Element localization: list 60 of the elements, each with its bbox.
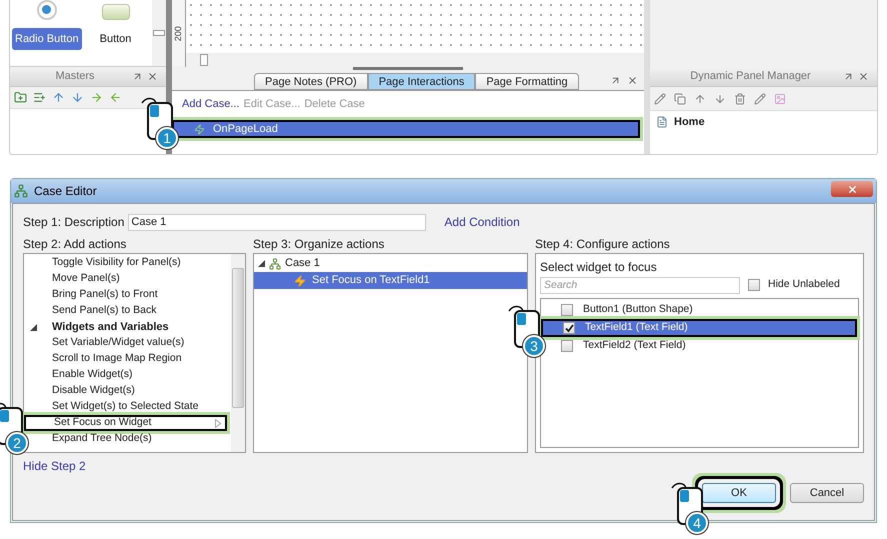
action-row[interactable]: Set Focus on Widget xyxy=(24,415,227,431)
action-group-row[interactable]: Widgets and Variables xyxy=(24,319,231,335)
tree-row[interactable]: Case 1 xyxy=(254,255,527,272)
action-row[interactable]: Send Panel(s) to Back xyxy=(24,303,231,319)
page-tab[interactable]: Page Notes (PRO) xyxy=(254,73,368,90)
action-row[interactable]: Set Widget(s) to Selected State xyxy=(24,399,231,415)
widget-label: TextField1 (Text Field) xyxy=(585,320,688,336)
add-condition-link[interactable]: Add Condition xyxy=(444,213,520,231)
panel-title: Dynamic Panel Manager xyxy=(689,69,812,84)
action-label: Set Variable/Widget value(s) xyxy=(52,335,184,350)
action-label: Set Focus on Widget xyxy=(54,415,152,430)
step-label: Step 4: Configure actions xyxy=(535,236,671,253)
step-label: Step 1: Description xyxy=(23,214,124,231)
action-label: Expand Tree Node(s) xyxy=(52,431,152,446)
panel-title: Masters xyxy=(54,69,96,84)
widget-row[interactable]: TextField1 (Text Field) xyxy=(541,319,857,337)
ruler-label: 200 xyxy=(172,26,184,42)
action-row[interactable]: Bring Panel(s) to Front xyxy=(24,287,231,303)
action-row[interactable]: Disable Widget(s) xyxy=(24,383,231,399)
hide-step-link[interactable]: Hide Step 2 xyxy=(23,457,86,475)
widget-row[interactable]: Button1 (Button Shape) xyxy=(541,301,857,319)
step-badge: 1 xyxy=(156,127,178,149)
action-label: Scroll to Image Map Region xyxy=(52,351,182,366)
page-tab[interactable]: Page Formatting xyxy=(475,73,579,90)
description-field[interactable]: Case 1 xyxy=(128,214,426,230)
step-badge: 2 xyxy=(6,432,28,454)
group-label: Widgets and Variables xyxy=(52,320,169,335)
page-tab[interactable]: Page Interactions xyxy=(368,73,476,90)
tree-row[interactable]: Set Focus on TextField1 xyxy=(254,272,527,289)
action-label: Disable Widget(s) xyxy=(52,383,135,398)
checkbox-label: Hide Unlabeled xyxy=(768,277,840,292)
step-label: Step 2: Add actions xyxy=(23,236,128,253)
widget-label: Button1 (Button Shape) xyxy=(583,302,693,318)
search-field[interactable]: Search xyxy=(540,276,740,294)
step-badge: 3 xyxy=(523,335,545,357)
action-row[interactable]: Enable Widget(s) xyxy=(24,367,231,383)
widget-label[interactable]: Radio Button xyxy=(12,28,82,50)
tree-label: Set Focus on TextField1 xyxy=(312,273,430,288)
action-row[interactable]: Scroll to Image Map Region xyxy=(24,351,231,367)
action-label: Toggle Visibility for Panel(s) xyxy=(52,255,181,270)
event-row[interactable]: OnPageLoad xyxy=(172,120,640,138)
action-label: Send Panel(s) to Back xyxy=(52,303,156,318)
tree-label: Case 1 xyxy=(285,256,320,272)
step-label: Step 3: Organize actions xyxy=(253,236,386,253)
action-row[interactable]: Toggle Visibility for Panel(s) xyxy=(24,255,231,271)
step-badge: 4 xyxy=(686,512,708,534)
action-row[interactable]: Move Panel(s) xyxy=(24,271,231,287)
window-title: Case Editor xyxy=(34,183,97,200)
action-label: Bring Panel(s) to Front xyxy=(52,287,158,302)
dialog-button[interactable]: Cancel xyxy=(790,483,864,503)
tree-item[interactable]: Home xyxy=(674,114,705,130)
widget-label[interactable]: Button xyxy=(90,28,142,50)
action-row[interactable]: Set Variable/Widget value(s) xyxy=(24,335,231,351)
action-label: Set Widget(s) to Selected State xyxy=(52,399,198,414)
configure-heading: Select widget to focus xyxy=(540,259,658,275)
action-label: Enable Widget(s) xyxy=(52,367,133,382)
event-label: OnPageLoad xyxy=(213,122,278,137)
action-label: Move Panel(s) xyxy=(52,271,120,286)
widget-label: TextField2 (Text Field) xyxy=(583,338,686,354)
case-action-link[interactable]: Add Case... xyxy=(182,96,240,112)
